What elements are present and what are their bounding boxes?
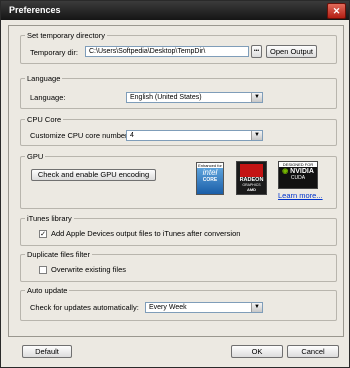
check-gpu-button[interactable]: Check and enable GPU encoding	[31, 169, 156, 181]
temp-dir-label: Temporary dir:	[30, 48, 78, 57]
language-group: Language Language: English (United State…	[20, 74, 337, 109]
ok-button[interactable]: OK	[231, 345, 283, 358]
title-bar: Preferences ✕	[1, 1, 349, 20]
nvidia-logo-sub: CUDA	[290, 175, 306, 181]
update-frequency-value: Every Week	[149, 304, 187, 311]
open-output-button[interactable]: Open Output	[266, 45, 317, 58]
temp-dir-legend: Set temporary directory	[25, 31, 107, 40]
auto-update-legend: Auto update	[25, 286, 70, 295]
itunes-legend: iTunes library	[25, 214, 74, 223]
language-legend: Language	[25, 74, 63, 83]
gpu-legend: GPU	[25, 152, 46, 161]
close-button[interactable]: ✕	[327, 3, 346, 19]
temp-dir-field[interactable]: C:\Users\Softpedia\Desktop\TempDir\	[85, 46, 249, 57]
default-button[interactable]: Default	[22, 345, 72, 358]
language-label: Language:	[30, 93, 66, 102]
language-select[interactable]: English (United States) ▼	[126, 92, 263, 103]
chevron-down-icon[interactable]: ▼	[251, 303, 262, 312]
auto-update-group: Auto update Check for updates automatica…	[20, 286, 337, 321]
amd-radeon-logo: RADEON GRAPHICS AMD	[236, 161, 267, 195]
intel-logo-brand: intel	[202, 168, 218, 177]
nvidia-logo-brand: NVIDIA	[290, 168, 314, 175]
itunes-checkbox[interactable]: ✓	[39, 230, 47, 238]
cancel-button[interactable]: Cancel	[287, 345, 339, 358]
duplicate-legend: Duplicate files filter	[25, 250, 92, 259]
nvidia-cuda-logo: DESIGNED FOR ◉ NVIDIA CUDA	[278, 161, 318, 189]
learn-more-link[interactable]: Learn more...	[278, 191, 323, 200]
preferences-panel: Set temporary directory Temporary dir: C…	[8, 25, 344, 337]
overwrite-checkbox[interactable]	[39, 266, 47, 274]
chevron-down-icon[interactable]: ▼	[251, 131, 262, 140]
cpu-core-select[interactable]: 4 ▼	[126, 130, 263, 141]
itunes-checkbox-label: Add Apple Devices output files to iTunes…	[51, 229, 241, 238]
temp-dir-group: Set temporary directory Temporary dir: C…	[20, 31, 337, 64]
itunes-group: iTunes library ✓ Add Apple Devices outpu…	[20, 214, 337, 246]
duplicate-group: Duplicate files filter Overwrite existin…	[20, 250, 337, 282]
chevron-down-icon[interactable]: ▼	[251, 93, 262, 102]
cpu-label: Customize CPU core number:	[30, 131, 130, 140]
intel-logo-sub: CORE	[202, 177, 218, 183]
window-title: Preferences	[9, 5, 61, 15]
cpu-legend: CPU Core	[25, 115, 64, 124]
cpu-core-value: 4	[130, 132, 134, 139]
amd-logo-foot: AMD	[246, 187, 257, 192]
auto-update-label: Check for updates automatically:	[30, 303, 139, 312]
browse-button[interactable]: •••	[251, 45, 262, 58]
cpu-group: CPU Core Customize CPU core number: 4 ▼	[20, 115, 337, 146]
intel-core-logo: Enhanced for intel CORE	[196, 162, 224, 195]
overwrite-checkbox-label: Overwrite existing files	[51, 265, 127, 274]
gpu-group: GPU Check and enable GPU encoding Enhanc…	[20, 152, 337, 209]
update-frequency-select[interactable]: Every Week ▼	[145, 302, 263, 313]
language-value: English (United States)	[130, 94, 202, 101]
preferences-window: Preferences ✕ Set temporary directory Te…	[0, 0, 350, 368]
